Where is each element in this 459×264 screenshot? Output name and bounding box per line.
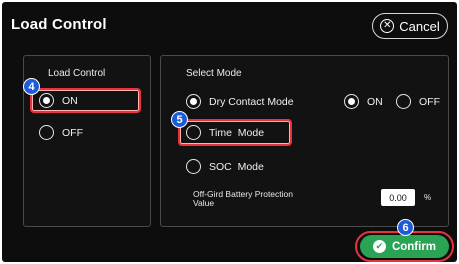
confirm-label: Confirm	[391, 240, 437, 253]
time-mode-radio[interactable]: Time Mode	[186, 125, 264, 140]
radio-empty-icon	[186, 125, 201, 140]
soc-mode-label: SOC Mode	[209, 160, 264, 173]
radio-selected-icon	[186, 94, 201, 109]
dry-contact-off-label: OFF	[419, 95, 440, 108]
check-icon: ✔	[372, 240, 386, 253]
load-control-panel-title: Load Control	[48, 68, 106, 79]
time-mode-label: Time Mode	[209, 126, 265, 139]
dry-contact-mode-label: Dry Contact Mode	[209, 95, 294, 108]
load-on-radio[interactable]: ON	[39, 93, 78, 108]
step-badge-5: 5	[171, 111, 188, 128]
load-control-panel: Load Control	[23, 55, 151, 227]
battery-protection-label-line1: Off-Gird Battery Protection	[193, 189, 293, 199]
radio-empty-icon	[396, 94, 411, 109]
dry-contact-on-label: ON	[367, 95, 383, 108]
radio-empty-icon	[186, 159, 201, 174]
cancel-label: Cancel	[399, 18, 440, 34]
battery-protection-value-input[interactable]: 0.00	[381, 189, 415, 206]
percent-unit: %	[424, 193, 432, 202]
radio-selected-icon	[344, 94, 359, 109]
load-on-label: ON	[62, 94, 78, 107]
dry-contact-on-radio[interactable]: ON	[344, 94, 383, 109]
radio-selected-icon	[39, 93, 54, 108]
dry-contact-off-radio[interactable]: OFF	[396, 94, 440, 109]
page-title: Load Control	[11, 16, 107, 33]
battery-protection-label: Off-Gird Battery Protection Value	[193, 190, 343, 208]
soc-mode-radio[interactable]: SOC Mode	[186, 159, 264, 174]
load-off-label: OFF	[62, 126, 83, 139]
step-badge-6: 6	[397, 219, 414, 236]
battery-protection-label-line2: Value	[193, 198, 215, 208]
confirm-button[interactable]: ✔ Confirm	[360, 235, 449, 258]
dry-contact-mode-radio[interactable]: Dry Contact Mode	[186, 94, 294, 109]
close-icon: ✕	[380, 19, 395, 33]
load-off-radio[interactable]: OFF	[39, 125, 83, 140]
radio-empty-icon	[39, 125, 54, 140]
cancel-button[interactable]: ✕ Cancel	[372, 13, 448, 39]
step-badge-4: 4	[23, 78, 40, 95]
select-mode-title: Select Mode	[186, 68, 242, 79]
